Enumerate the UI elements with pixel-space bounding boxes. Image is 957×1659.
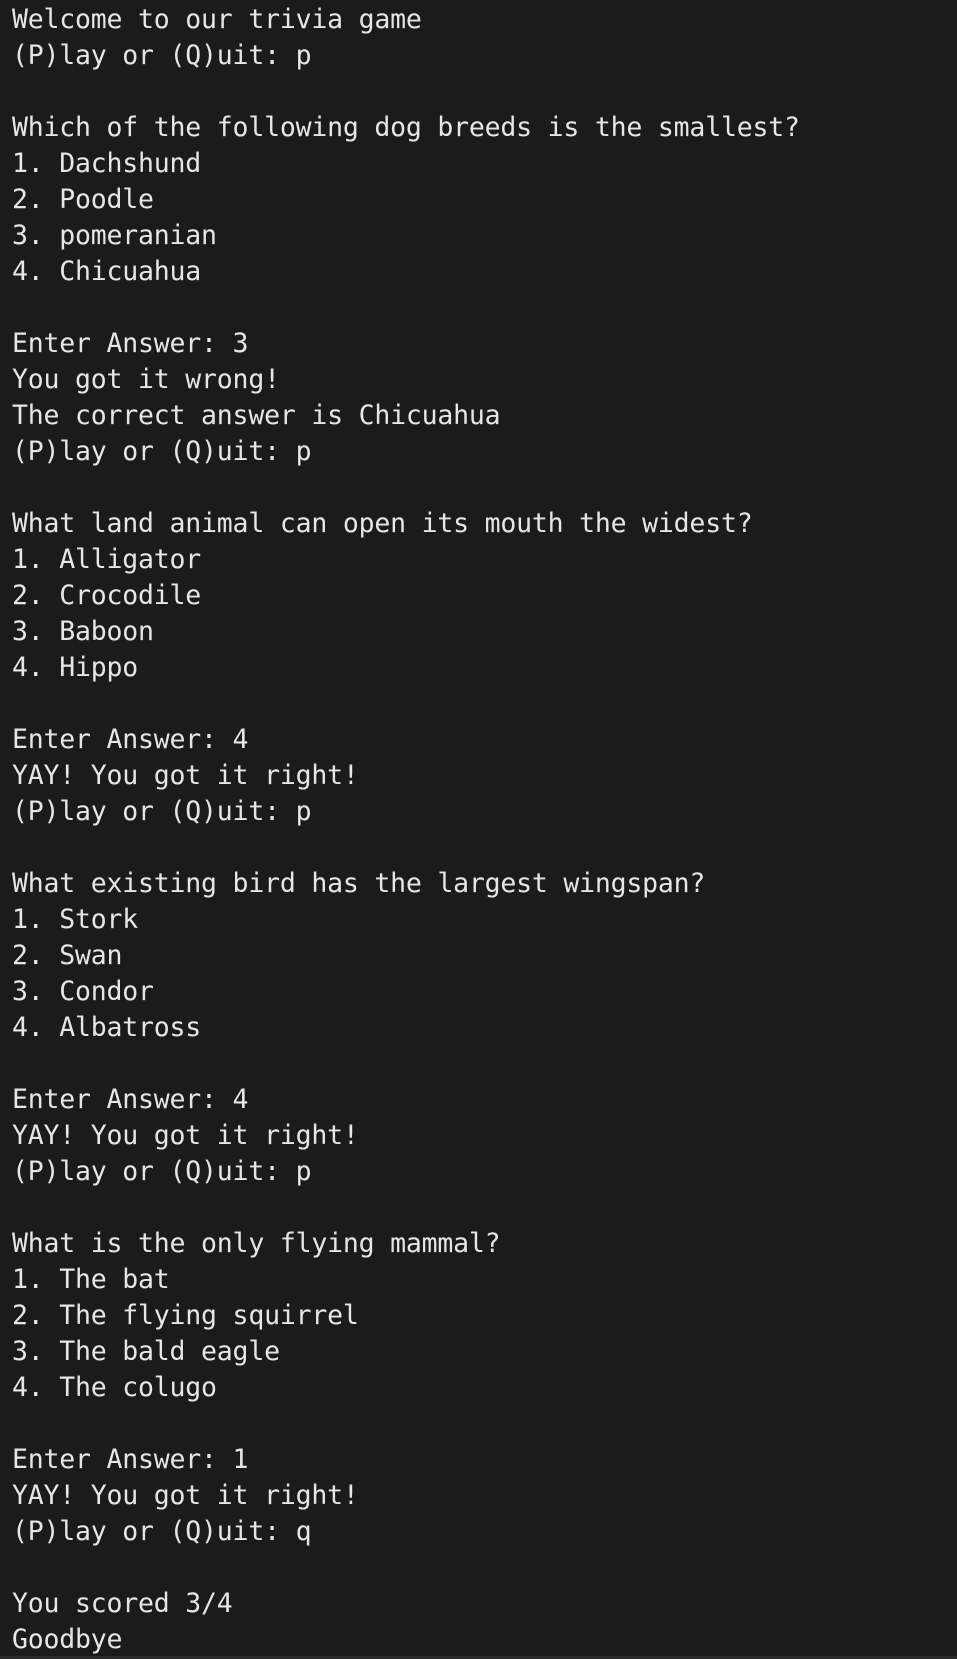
answer-entry-line: Enter Answer: 3 (12, 328, 249, 359)
play-quit-prompt: (P)lay or (Q)uit: q (12, 1516, 312, 1547)
answer-option: 3. The bald eagle (12, 1336, 280, 1367)
terminal-output[interactable]: Welcome to our trivia game (P)lay or (Q)… (0, 0, 957, 1659)
answer-option: 4. Chicuahua (12, 256, 202, 287)
question-text: What existing bird has the largest wings… (12, 868, 706, 899)
play-quit-prompt: (P)lay or (Q)uit: p (12, 1156, 312, 1187)
answer-option: 4. The colugo (12, 1372, 217, 1403)
answer-option: 4. Hippo (12, 652, 139, 683)
play-quit-prompt: (P)lay or (Q)uit: p (12, 796, 312, 827)
answer-option: 3. Baboon (12, 616, 154, 647)
welcome-line: Welcome to our trivia game (12, 4, 422, 35)
result-line: YAY! You got it right! (12, 1120, 359, 1151)
answer-entry-line: Enter Answer: 1 (12, 1444, 249, 1475)
play-quit-prompt: (P)lay or (Q)uit: p (12, 40, 312, 71)
play-quit-prompt: (P)lay or (Q)uit: p (12, 436, 312, 467)
question-text: What is the only flying mammal? (12, 1228, 501, 1259)
answer-option: 2. The flying squirrel (12, 1300, 359, 1331)
answer-entry-line: Enter Answer: 4 (12, 1084, 249, 1115)
answer-option: 1. Dachshund (12, 148, 202, 179)
goodbye-line: Goodbye (12, 1624, 123, 1655)
answer-option: 1. Stork (12, 904, 139, 935)
answer-option: 2. Poodle (12, 184, 154, 215)
answer-option: 3. Condor (12, 976, 154, 1007)
answer-option: 1. Alligator (12, 544, 202, 575)
result-line: You got it wrong! (12, 364, 280, 395)
answer-option: 3. pomeranian (12, 220, 217, 251)
result-line: YAY! You got it right! (12, 760, 359, 791)
question-text: Which of the following dog breeds is the… (12, 112, 800, 143)
answer-option: 1. The bat (12, 1264, 170, 1295)
answer-option: 4. Albatross (12, 1012, 202, 1043)
result-line: YAY! You got it right! (12, 1480, 359, 1511)
answer-option: 2. Swan (12, 940, 123, 971)
answer-option: 2. Crocodile (12, 580, 202, 611)
question-text: What land animal can open its mouth the … (12, 508, 753, 539)
score-line: You scored 3/4 (12, 1588, 233, 1619)
correct-answer-line: The correct answer is Chicuahua (12, 400, 501, 431)
answer-entry-line: Enter Answer: 4 (12, 724, 249, 755)
